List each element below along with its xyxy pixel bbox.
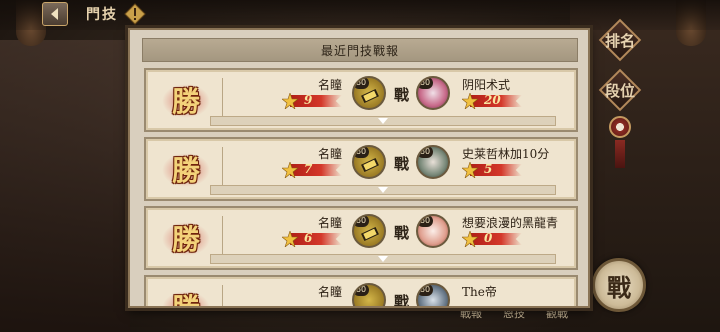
right-player-avatar[interactable]: 60 xyxy=(416,214,450,248)
left-score: 9 xyxy=(282,93,342,109)
left-player-name: 名瞳 xyxy=(317,285,342,299)
win-badge: 勝 xyxy=(160,218,212,258)
chevron-down-icon xyxy=(378,187,388,193)
exclamation-icon xyxy=(124,3,146,25)
right-score: 0 xyxy=(462,231,522,247)
versus-label: 戰 xyxy=(394,86,410,104)
battle-record[interactable]: 勝 名瞳 7 60 戰 60 史莱哲林加10分 5 xyxy=(144,137,578,201)
background-figures xyxy=(0,40,130,332)
right-level-badge: 60 xyxy=(418,78,433,89)
fight-button[interactable]: 戰 xyxy=(592,258,646,312)
star-icon xyxy=(282,231,298,247)
expand-details-button[interactable] xyxy=(210,254,556,264)
page-title: 門技 xyxy=(86,7,118,23)
versus-label: 戰 xyxy=(394,224,410,242)
left-score-value: 7 xyxy=(304,162,313,176)
battle-record[interactable]: 勝 名瞳 9 60 戰 60 阴阳术式 20 xyxy=(144,68,578,132)
eye-icon[interactable] xyxy=(609,116,631,138)
left-player-avatar[interactable]: 60 xyxy=(352,76,386,110)
win-badge: 勝 xyxy=(160,149,212,189)
star-icon xyxy=(462,162,478,178)
panel-header: 最近門技戰報 xyxy=(142,38,578,62)
expand-details-button[interactable] xyxy=(210,116,556,126)
result-label: 勝 xyxy=(171,154,200,187)
right-player-avatar[interactable]: 60 xyxy=(416,145,450,179)
right-score-value: 5 xyxy=(484,162,493,176)
right-player-name: The帝 xyxy=(462,285,497,299)
left-player-name: 名瞳 xyxy=(317,147,342,161)
result-label: 勝 xyxy=(172,287,200,306)
left-player-name: 名瞳 xyxy=(317,216,342,230)
info-button[interactable] xyxy=(124,3,146,25)
right-score-value: 20 xyxy=(484,93,501,107)
right-player-avatar[interactable]: 60 xyxy=(416,76,450,110)
right-level-badge: 60 xyxy=(418,285,433,296)
win-badge: 勝 xyxy=(160,80,212,120)
right-score: 20 xyxy=(462,93,522,109)
right-player-name: 阴阳术式 xyxy=(462,78,511,92)
versus-label: 戰 xyxy=(394,293,410,308)
ranking-button[interactable]: 排名 xyxy=(598,18,642,62)
right-player-name: 想要浪漫的黑龍青 xyxy=(462,216,559,230)
left-level-badge: 60 xyxy=(354,285,369,296)
fight-label: 戰 xyxy=(607,272,631,302)
banner-decoration xyxy=(615,140,625,168)
battle-record[interactable]: 勝 名瞳 60 戰 60 The帝 xyxy=(144,275,578,308)
chevron-down-icon xyxy=(378,118,388,124)
right-player-name: 史莱哲林加10分 xyxy=(462,147,550,161)
divider xyxy=(222,285,223,306)
left-score-value: 9 xyxy=(304,93,313,107)
star-icon xyxy=(282,162,298,178)
left-score: 6 xyxy=(282,231,342,247)
ranking-label: 排名 xyxy=(604,31,635,50)
battle-record[interactable]: 勝 名瞳 6 60 戰 60 想要浪漫的黑龍青 0 xyxy=(144,206,578,270)
right-level-badge: 60 xyxy=(418,147,433,158)
left-score: 7 xyxy=(282,162,342,178)
panel-title: 最近門技戰報 xyxy=(320,43,399,58)
back-button[interactable] xyxy=(42,2,68,26)
left-player-name: 名瞳 xyxy=(317,78,342,92)
divider xyxy=(222,78,223,116)
expand-details-button[interactable] xyxy=(210,185,556,195)
rank-tier-button[interactable]: 段位 xyxy=(598,68,642,112)
chevron-down-icon xyxy=(378,256,388,262)
star-icon xyxy=(462,231,478,247)
battle-report-panel: 最近門技戰報 勝 名瞳 9 60 戰 60 阴阳术式 20 勝 名瞳 7 60 … xyxy=(128,28,590,308)
win-badge: 勝 xyxy=(160,287,212,306)
star-icon xyxy=(282,93,298,109)
versus-label: 戰 xyxy=(394,155,410,173)
right-score-value: 0 xyxy=(484,231,493,245)
right-player-avatar[interactable]: 60 xyxy=(416,283,450,306)
rank-tier-label: 段位 xyxy=(604,81,635,100)
result-label: 勝 xyxy=(171,85,200,118)
left-score-value: 6 xyxy=(304,231,313,245)
scroll-icon xyxy=(361,157,379,173)
left-player-avatar[interactable]: 60 xyxy=(352,214,386,248)
right-score: 5 xyxy=(462,162,522,178)
right-level-badge: 60 xyxy=(418,216,433,227)
star-icon xyxy=(462,93,478,109)
scroll-icon xyxy=(361,88,379,104)
divider xyxy=(222,216,223,254)
left-player-avatar[interactable]: 60 xyxy=(352,283,386,306)
back-arrow-icon xyxy=(51,8,58,20)
scroll-icon xyxy=(361,226,379,242)
divider xyxy=(222,147,223,185)
result-label: 勝 xyxy=(171,223,200,256)
left-player-avatar[interactable]: 60 xyxy=(352,145,386,179)
